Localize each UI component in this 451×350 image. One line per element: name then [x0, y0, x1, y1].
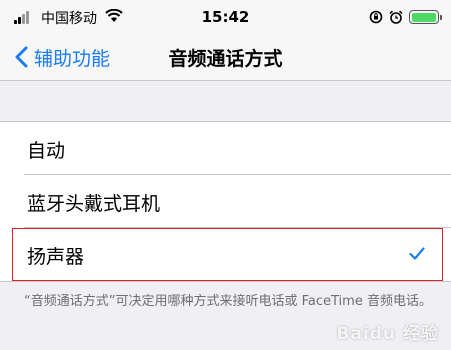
- option-label: 自动: [27, 140, 66, 162]
- checkmark-icon: [409, 247, 425, 260]
- status-icons: [369, 9, 442, 25]
- navigation-bar: 辅助功能 音频通话方式: [0, 34, 451, 81]
- watermark: Baidu 经验: [336, 324, 439, 344]
- option-label: 扬声器: [27, 246, 85, 268]
- rotation-lock-icon: [369, 10, 383, 24]
- option-automatic[interactable]: 自动: [0, 122, 451, 175]
- alarm-icon: [389, 10, 403, 24]
- status-bar: 中国移动 15:42: [0, 0, 451, 34]
- option-label: 蓝牙头戴式耳机: [27, 193, 161, 215]
- option-bluetooth-headset[interactable]: 蓝牙头戴式耳机: [0, 175, 451, 228]
- option-speaker[interactable]: 扬声器: [12, 228, 443, 281]
- page-title: 音频通话方式: [168, 48, 283, 70]
- audio-routing-list: 自动 蓝牙头戴式耳机 扬声器: [0, 121, 451, 282]
- battery-icon: [409, 10, 442, 24]
- footer-description: “音频通话方式”可决定用哪种方式来接听电话或 FaceTime 音频电话。: [24, 294, 432, 309]
